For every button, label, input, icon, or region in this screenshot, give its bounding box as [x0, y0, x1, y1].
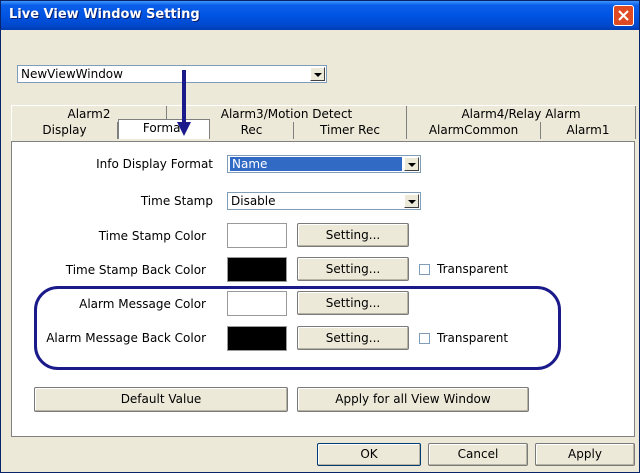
time-stamp-back-color-swatch [227, 257, 287, 282]
time-stamp-color-swatch [227, 223, 287, 248]
apply-button[interactable]: Apply [535, 443, 635, 466]
title-bar[interactable]: Live View Window Setting [1, 1, 639, 30]
dialog-window: Live View Window Setting NewViewWindow A… [0, 0, 640, 473]
alarm-message-back-color-swatch [227, 326, 287, 351]
apply-all-view-window-button[interactable]: Apply for all View Window [297, 387, 529, 412]
alarm-message-color-swatch [227, 291, 287, 316]
chevron-down-icon [314, 73, 322, 77]
info-display-format-select[interactable]: Name [227, 155, 421, 173]
time-stamp-transparent-label: Transparent [437, 262, 509, 276]
time-stamp-label: Time Stamp [140, 194, 213, 208]
info-display-format-label: Info Display Format [96, 157, 213, 171]
alarm-message-color-setting-button[interactable]: Setting... [297, 291, 409, 315]
window-title: Live View Window Setting [9, 7, 200, 22]
tab-row-front: Display Format Rec Timer Rec AlarmCommon… [11, 119, 636, 141]
tab-alarm1[interactable]: Alarm1 [541, 122, 636, 139]
close-icon [618, 10, 629, 21]
tab-format[interactable]: Format [118, 119, 210, 139]
format-panel: Info Display Format Name Time Stamp Disa… [11, 141, 635, 437]
time-stamp-color-label: Time Stamp Color [98, 229, 206, 243]
time-stamp-value: Disable [231, 194, 276, 208]
view-window-select[interactable]: NewViewWindow [17, 65, 327, 83]
alarm-message-back-color-setting-button[interactable]: Setting... [297, 326, 409, 350]
alarm-message-transparent-checkbox[interactable] [419, 333, 430, 344]
dropdown-button[interactable] [404, 194, 419, 208]
time-stamp-select[interactable]: Disable [227, 192, 421, 210]
tab-alarmcommon[interactable]: AlarmCommon [407, 122, 541, 139]
time-stamp-back-color-label: Time Stamp Back Color [65, 263, 206, 277]
close-button[interactable] [613, 5, 634, 26]
default-value-button[interactable]: Default Value [34, 387, 288, 412]
dropdown-button[interactable] [310, 67, 325, 81]
tab-rec[interactable]: Rec [210, 122, 294, 139]
tab-timer-rec[interactable]: Timer Rec [294, 122, 407, 139]
dropdown-button[interactable] [404, 157, 419, 171]
cancel-button[interactable]: Cancel [428, 443, 528, 466]
alarm-message-color-label: Alarm Message Color [79, 297, 206, 311]
chevron-down-icon [408, 163, 416, 167]
alarm-message-back-color-label: Alarm Message Back Color [46, 331, 206, 345]
alarm-message-transparent-label: Transparent [437, 331, 509, 345]
time-stamp-transparent-checkbox[interactable] [419, 264, 430, 275]
time-stamp-back-color-setting-button[interactable]: Setting... [297, 257, 409, 281]
arrow-annotation-icon [177, 70, 191, 136]
view-window-select-value: NewViewWindow [21, 67, 123, 81]
info-display-format-value: Name [230, 157, 402, 171]
time-stamp-color-setting-button[interactable]: Setting... [297, 223, 409, 247]
chevron-down-icon [408, 200, 416, 204]
ok-button[interactable]: OK [317, 443, 421, 466]
tab-display[interactable]: Display [12, 122, 118, 139]
